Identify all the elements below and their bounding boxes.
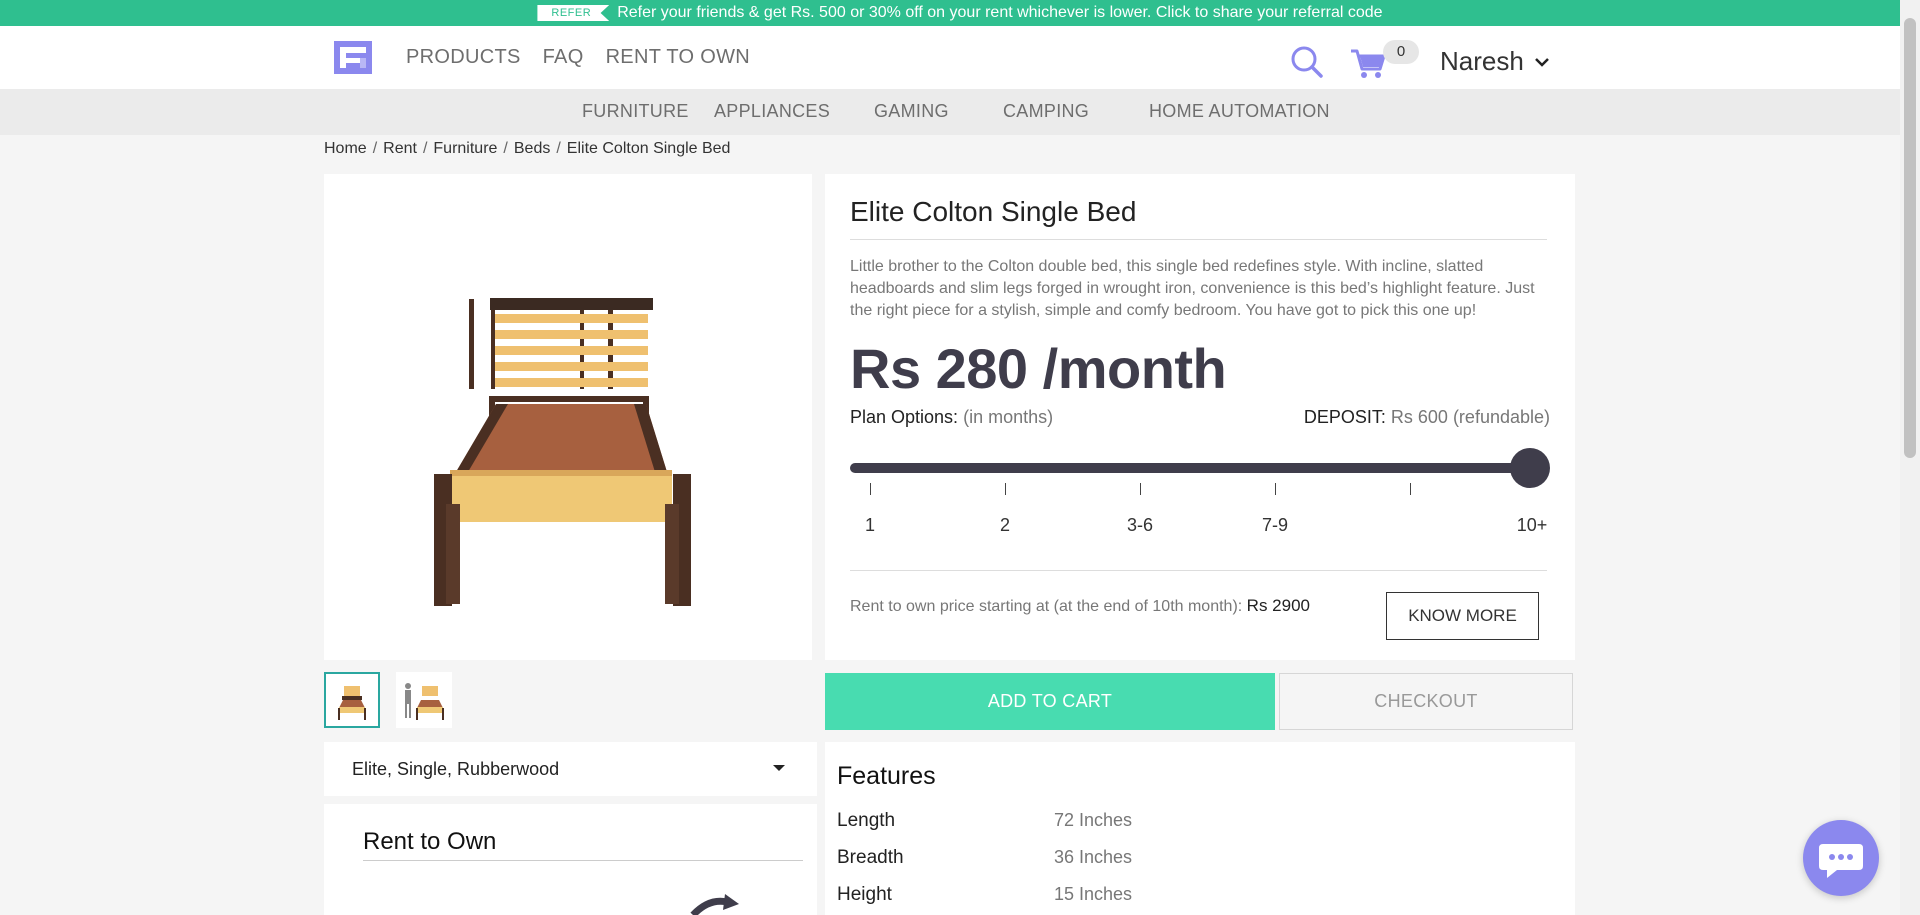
breadcrumb-separator: / (556, 140, 561, 157)
product-info-panel: Elite Colton Single Bed Little brother t… (825, 174, 1575, 660)
product-title: Elite Colton Single Bed (850, 196, 1137, 227)
feature-value-length: 72 Inches (1054, 810, 1133, 830)
title-divider (850, 239, 1547, 240)
slider-tick (1140, 483, 1141, 495)
category-gaming[interactable]: GAMING (874, 101, 949, 122)
features-heading: Features (837, 762, 936, 790)
site-header: PRODUCTS FAQ RENT TO OWN 0 Naresh (0, 26, 1900, 89)
feature-value-breadth: 36 Inches (1054, 847, 1133, 867)
referral-text[interactable]: Refer your friends & get Rs. 500 or 30% … (617, 4, 1382, 22)
breadcrumb-separator: / (372, 140, 378, 157)
cart-count-badge: 0 (1383, 40, 1419, 64)
product-image-panel (324, 174, 812, 660)
breadcrumb-current: Elite Colton Single Bed (566, 140, 731, 157)
variant-selected-value: Elite, Single, Rubberwood (352, 759, 560, 779)
category-home-automation[interactable]: HOME AUTOMATION (1149, 101, 1330, 122)
product-image (434, 298, 691, 606)
caret-down-icon (773, 765, 785, 771)
heading-divider (363, 860, 803, 861)
slider-tick (870, 483, 871, 495)
deposit-info: DEPOSIT: Rs 600 (refundable) (1304, 407, 1550, 428)
plan-option-10-plus[interactable]: 10+ (1517, 515, 1548, 536)
deposit-value: Rs 600 (refundable) (1390, 407, 1550, 427)
user-menu[interactable]: Naresh (1440, 46, 1550, 77)
category-furniture[interactable]: FURNITURE (582, 101, 689, 122)
category-nav: FURNITURE APPLIANCES GAMING CAMPING HOME… (0, 89, 1900, 135)
chat-button[interactable] (1803, 820, 1879, 896)
page-scrollbar[interactable] (1900, 0, 1920, 915)
cart-icon[interactable] (1350, 48, 1386, 80)
nav-rent-to-own[interactable]: RENT TO OWN (606, 46, 750, 69)
breadcrumb-home[interactable]: Home (324, 140, 367, 158)
plan-option-7-9[interactable]: 7-9 (1262, 515, 1288, 536)
add-to-cart-button[interactable]: ADD TO CART (825, 673, 1275, 730)
referral-banner[interactable]: REFER Refer your friends & get Rs. 500 o… (0, 0, 1920, 26)
section-divider (850, 570, 1547, 571)
category-appliances[interactable]: APPLIANCES (714, 101, 830, 122)
breadcrumb-separator: / (422, 140, 428, 157)
rent-to-own-price: Rs 2900 (1246, 596, 1310, 615)
feature-value-height: 15 Inches (1054, 884, 1133, 904)
plan-options-unit: (in months) (963, 407, 1054, 427)
product-price: Rs 280 /month (850, 337, 1227, 400)
main-nav: PRODUCTS FAQ RENT TO OWN (406, 46, 750, 69)
variant-select[interactable]: Elite, Single, Rubberwood (324, 742, 817, 796)
plan-option-3-6[interactable]: 3-6 (1127, 515, 1153, 536)
user-name: Naresh (1440, 46, 1524, 76)
thumbnail-1[interactable] (324, 672, 380, 728)
slider-tick (1410, 483, 1411, 495)
refer-tag: REFER (537, 5, 610, 21)
plan-slider-handle[interactable] (1510, 448, 1550, 488)
slider-tick (1275, 483, 1276, 495)
chat-bubble-icon (1819, 844, 1863, 878)
bed-thumbnail-image (338, 686, 366, 720)
checkout-button[interactable]: CHECKOUT (1279, 673, 1573, 730)
rent-to-own-card: Rent to Own (324, 804, 817, 915)
rent-to-own-price-info: Rent to own price starting at (at the en… (850, 596, 1310, 616)
breadcrumb: Home / Rent / Furniture / Beds / Elite Colto… (324, 140, 730, 158)
breadcrumb-rent[interactable]: Rent (383, 140, 417, 158)
feature-label-length: Length (837, 810, 896, 831)
plan-options-label: Plan Options: (in months) (850, 407, 1053, 428)
plan-slider-track[interactable] (850, 463, 1530, 473)
deposit-label: DEPOSIT: (1303, 407, 1386, 427)
nav-products[interactable]: PRODUCTS (406, 46, 521, 69)
category-camping[interactable]: CAMPING (1003, 101, 1089, 122)
nav-faq[interactable]: FAQ (543, 46, 584, 69)
plan-option-1[interactable]: 1 (865, 515, 875, 536)
bed-with-person-thumbnail-image (405, 683, 444, 720)
product-description: Little brother to the Colton double bed,… (850, 258, 1535, 319)
plan-option-2[interactable]: 2 (1000, 515, 1010, 536)
breadcrumb-furniture[interactable]: Furniture (433, 140, 497, 158)
rent-to-own-text: Rent to own price starting at (at the en… (850, 598, 1243, 615)
scrollbar-thumb[interactable] (1904, 18, 1916, 458)
breadcrumb-separator: / (503, 140, 508, 157)
plan-options-text: Plan Options: (850, 407, 959, 427)
breadcrumb-beds[interactable]: Beds (514, 140, 550, 158)
arrow-icon (690, 894, 739, 915)
chevron-down-icon (1534, 57, 1549, 67)
features-section: Features Length 72 Inches Breadth 36 Inc… (825, 742, 1575, 915)
feature-label-height: Height (837, 884, 892, 905)
slider-tick (1005, 483, 1006, 495)
feature-label-breadth: Breadth (837, 847, 904, 868)
thumbnail-2[interactable] (396, 672, 452, 728)
know-more-button[interactable]: KNOW MORE (1386, 592, 1539, 640)
logo-icon[interactable] (334, 41, 372, 74)
rent-to-own-heading: Rent to Own (363, 828, 497, 855)
search-icon[interactable] (1290, 45, 1324, 79)
